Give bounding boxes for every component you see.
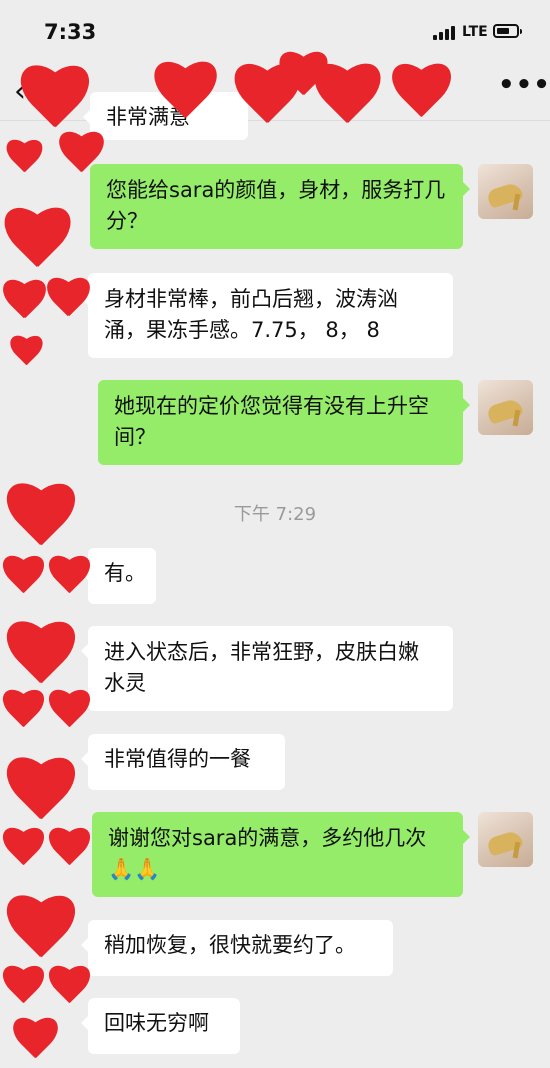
- status-bar: 7:33 LTE: [0, 0, 550, 62]
- battery-icon: [493, 24, 522, 38]
- message-bubble-outgoing[interactable]: 她现在的定价您觉得有没有上升空间？: [98, 380, 470, 465]
- heart-icon: [2, 758, 78, 834]
- heart-icon: [8, 336, 44, 372]
- user-avatar[interactable]: [478, 380, 533, 435]
- message-text: 有。: [104, 561, 146, 585]
- heart-icon: [46, 966, 92, 1012]
- heart-icon: [0, 690, 46, 736]
- message-bubble-incoming[interactable]: 非常值得的一餐: [81, 734, 285, 790]
- message-bubble-incoming[interactable]: 稍加恢复，很快就要约了。: [81, 920, 393, 976]
- heart-icon: [0, 556, 46, 602]
- user-avatar[interactable]: [478, 164, 533, 219]
- heart-icon: [0, 966, 46, 1012]
- message-bubble-incoming[interactable]: 非常满意: [83, 92, 248, 140]
- message-text: 稍加恢复，很快就要约了。: [104, 933, 356, 957]
- heart-icon: [10, 1018, 60, 1068]
- more-dots-icon[interactable]: •••: [498, 70, 550, 100]
- message-timestamp: 下午 7:29: [233, 504, 317, 525]
- message-text: 回味无穷啊: [104, 1011, 209, 1035]
- heart-icon: [0, 208, 74, 282]
- heart-icon: [4, 140, 44, 180]
- message-bubble-incoming[interactable]: 回味无穷啊: [81, 998, 240, 1054]
- message-bubble-incoming[interactable]: 身材非常棒，前凸后翘，波涛汹涌，果冻手感。7.75， 8， 8: [81, 273, 453, 358]
- heart-icon: [0, 280, 48, 328]
- message-text: 非常满意: [106, 105, 190, 129]
- user-avatar[interactable]: [478, 812, 533, 867]
- message-text: 谢谢您对sara的满意，多约他几次🙏🙏: [108, 826, 427, 881]
- heart-icon: [0, 828, 46, 874]
- heart-icon: [2, 896, 78, 972]
- network-label: LTE: [462, 24, 488, 40]
- message-text: 身材非常棒，前凸后翘，波涛汹涌，果冻手感。7.75， 8， 8: [104, 287, 398, 342]
- status-time: 7:33: [44, 20, 97, 44]
- heart-icon: [46, 828, 92, 874]
- message-bubble-incoming[interactable]: 进入状态后，非常狂野，皮肤白嫩水灵: [81, 626, 453, 711]
- message-text: 她现在的定价您觉得有没有上升空间？: [114, 394, 429, 449]
- message-text: 进入状态后，非常狂野，皮肤白嫩水灵: [104, 640, 419, 695]
- chevron-left-icon[interactable]: ‹: [14, 74, 26, 109]
- message-text: 您能给sara的颜值，身材，服务打几分？: [106, 178, 446, 233]
- heart-icon: [2, 622, 78, 698]
- message-bubble-outgoing[interactable]: 您能给sara的颜值，身材，服务打几分？: [90, 164, 470, 249]
- message-bubble-outgoing[interactable]: 谢谢您对sara的满意，多约他几次🙏🙏: [92, 812, 470, 897]
- heart-icon: [46, 690, 92, 736]
- message-text: 非常值得的一餐: [104, 747, 251, 771]
- message-bubble-incoming[interactable]: 有。: [81, 548, 156, 604]
- signal-icon: [433, 26, 455, 40]
- heart-overlay: [0, 0, 550, 1063]
